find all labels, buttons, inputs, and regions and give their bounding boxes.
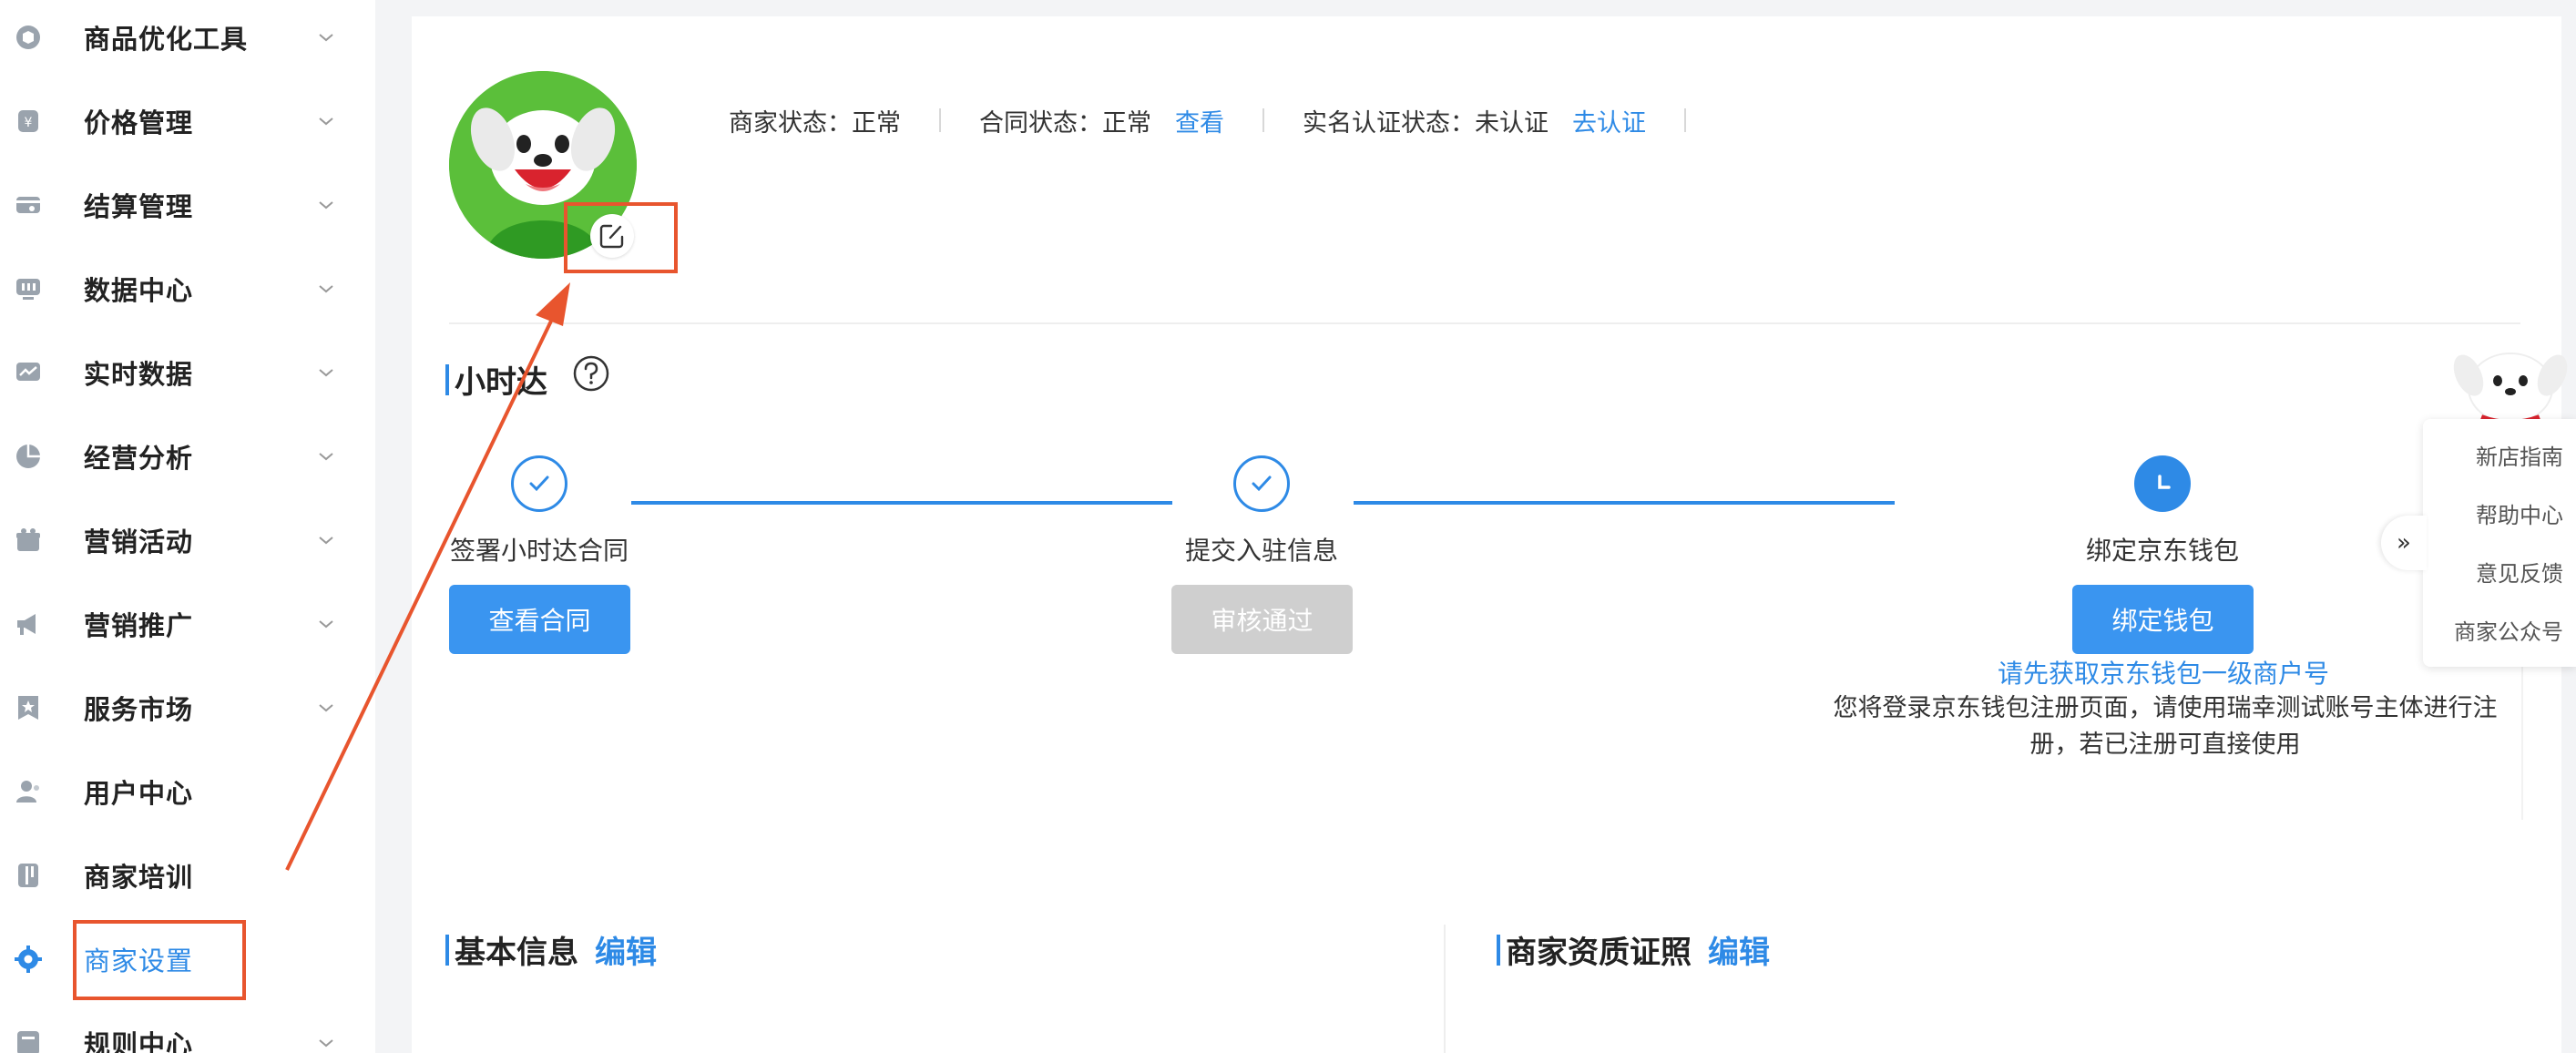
chevron-down-icon <box>319 369 333 377</box>
review-passed-button: 审核通过 <box>1171 585 1353 654</box>
monitor-icon <box>13 273 44 304</box>
chevron-down-icon <box>319 201 333 210</box>
chevron-down-icon <box>319 620 333 629</box>
sidebar-item-user-center[interactable]: 用户中心 <box>0 750 375 833</box>
annotation-box <box>73 920 246 1000</box>
megaphone-icon <box>13 608 44 639</box>
section-title-qualification: 商家资质证照 编辑 <box>1497 927 1770 972</box>
step-label: 签署小时达合同 <box>449 536 629 566</box>
title-accent-bar <box>445 363 449 395</box>
chevron-down-icon <box>319 118 333 126</box>
chevron-down-icon <box>319 453 333 461</box>
joy-mascot-icon <box>2453 353 2568 425</box>
sidebar-item-label: 经营分析 <box>84 443 194 474</box>
divider <box>1444 925 1446 1053</box>
sidebar-item-price[interactable]: ¥ 价格管理 <box>0 79 375 163</box>
sidebar-item-label: 价格管理 <box>84 107 194 138</box>
svg-text:¥: ¥ <box>25 116 33 130</box>
book-icon <box>13 860 44 891</box>
rules-icon <box>13 1027 44 1053</box>
step-label: 绑定京东钱包 <box>2085 536 2239 566</box>
sidebar-item-data-center[interactable]: 数据中心 <box>0 247 375 331</box>
chevron-down-icon <box>319 34 333 42</box>
sidebar-item-label: 实时数据 <box>84 359 194 390</box>
title-accent-bar <box>1497 934 1500 966</box>
sidebar-item-rules[interactable]: 规则中心 <box>0 1001 375 1053</box>
chevron-down-icon <box>319 537 333 545</box>
sidebar-item-analysis[interactable]: 经营分析 <box>0 414 375 498</box>
section-title-text: 小时达 <box>455 364 547 401</box>
merchant-status-label: 商家状态： <box>729 108 852 138</box>
title-accent-bar <box>445 934 449 966</box>
sidebar-item-service-market[interactable]: 服务市场 <box>0 666 375 750</box>
section-title-basic-info: 基本信息 编辑 <box>445 927 657 972</box>
sidebar-item-label: 商家培训 <box>84 862 194 893</box>
gift-icon <box>13 525 44 556</box>
sidebar-item-product-tools[interactable]: 商品优化工具 <box>0 0 375 79</box>
trend-icon <box>13 357 44 388</box>
section-title-text: 商家资质证照 <box>1506 935 1692 971</box>
sidebar-item-marketing-activity[interactable]: 营销活动 <box>0 498 375 582</box>
sidebar-item-label: 结算管理 <box>84 191 194 222</box>
step-label: 提交入驻信息 <box>1184 536 1338 566</box>
sidebar-item-promotion[interactable]: 营销推广 <box>0 582 375 666</box>
question-icon[interactable] <box>572 354 610 393</box>
section-title-hourly: 小时达 <box>445 357 547 402</box>
view-contract-link[interactable]: 查看 <box>1175 103 1224 138</box>
divider <box>449 322 2520 324</box>
sidebar-item-realtime[interactable]: 实时数据 <box>0 331 375 414</box>
cube-icon <box>13 22 44 53</box>
sidebar-item-settlement[interactable]: 结算管理 <box>0 163 375 247</box>
new-store-guide-link[interactable]: 新店指南 <box>2423 439 2576 471</box>
annotation-box <box>564 202 678 273</box>
clock-icon <box>2158 475 2171 489</box>
realname-status-value: 未认证 <box>1475 108 1549 138</box>
sidebar-item-label: 营销推广 <box>84 610 194 641</box>
user-icon <box>13 776 44 807</box>
divider <box>939 108 941 132</box>
sidebar-item-label: 用户中心 <box>84 778 194 809</box>
step-done-indicator <box>1233 455 1290 512</box>
realname-status-label: 实名认证状态： <box>1303 108 1475 138</box>
view-contract-button[interactable]: 查看合同 <box>449 585 630 654</box>
merchant-status-value: 正常 <box>852 108 901 138</box>
sidebar: 商品优化工具 ¥ 价格管理 结算管理 数据中心 实时数据 经营分析 营销活动 营… <box>0 0 375 1053</box>
check-icon <box>529 475 549 492</box>
step-current-indicator <box>2134 455 2191 512</box>
edit-basic-info-link[interactable]: 编辑 <box>595 927 657 972</box>
sidebar-item-label: 数据中心 <box>84 275 194 306</box>
page: 商品优化工具 ¥ 价格管理 结算管理 数据中心 实时数据 经营分析 营销活动 营… <box>0 0 2576 1053</box>
help-center-link[interactable]: 帮助中心 <box>2423 497 2576 529</box>
contract-status-label: 合同状态： <box>979 108 1102 138</box>
contract-status-value: 正常 <box>1102 108 1151 138</box>
edit-qualification-link[interactable]: 编辑 <box>1708 927 1770 972</box>
step-done-indicator <box>511 455 567 512</box>
sidebar-item-training[interactable]: 商家培训 <box>0 833 375 917</box>
chevron-down-icon <box>319 285 333 293</box>
pie-icon <box>13 441 44 472</box>
official-account-link[interactable]: 商家公众号 <box>2423 614 2576 646</box>
sidebar-item-label: 服务市场 <box>84 694 194 725</box>
yen-icon: ¥ <box>13 106 44 137</box>
chevron-down-icon <box>319 704 333 712</box>
step-connector <box>631 501 1172 505</box>
help-float-panel: 新店指南 帮助中心 意见反馈 商家公众号 <box>2423 419 2576 667</box>
bind-wallet-button[interactable]: 绑定钱包 <box>2072 585 2254 654</box>
section-title-text: 基本信息 <box>455 935 578 971</box>
gear-icon <box>13 944 44 975</box>
check-icon <box>1252 475 1272 492</box>
divider <box>1262 108 1264 132</box>
divider <box>1684 108 1686 132</box>
verify-link[interactable]: 去认证 <box>1572 103 1646 138</box>
chevron-down-icon <box>319 1039 333 1048</box>
sidebar-item-label: 营销活动 <box>84 526 194 557</box>
wallet-icon <box>13 189 44 220</box>
feedback-link[interactable]: 意见反馈 <box>2423 556 2576 588</box>
sidebar-item-label: 商品优化工具 <box>84 24 249 55</box>
star-badge-icon <box>13 692 44 723</box>
sidebar-item-label: 规则中心 <box>84 1029 194 1053</box>
status-bar: 商家状态： 正常 合同状态： 正常 查看 实名认证状态： 未认证 去认证 <box>729 102 1724 138</box>
step-connector <box>1354 501 1895 505</box>
wallet-note: 您将登录京东钱包注册页面，请使用瑞幸测试账号主体进行注册，若已注册可直接使用 <box>1833 694 2498 759</box>
